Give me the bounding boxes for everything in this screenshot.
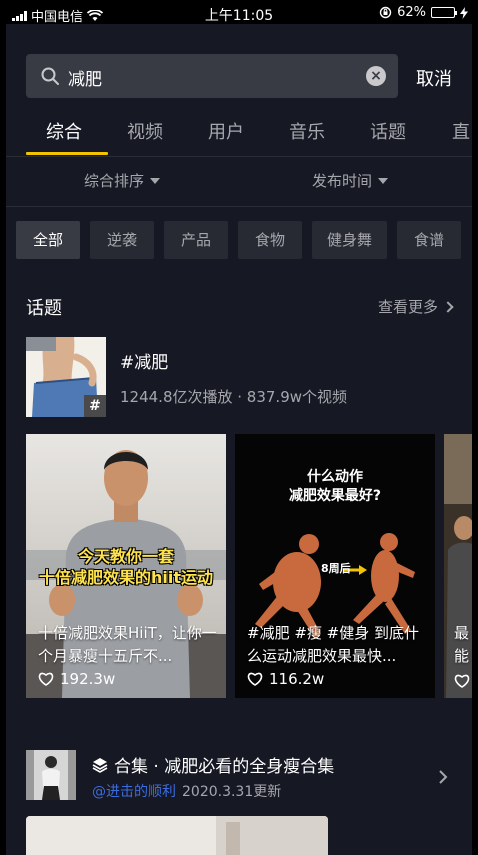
- tab-live[interactable]: 直: [452, 118, 470, 144]
- heart-icon: [247, 672, 263, 686]
- charging-icon: [460, 6, 468, 19]
- caret-down-icon: [150, 177, 161, 184]
- section-title: 话题: [26, 298, 62, 319]
- video-description: #减肥 #瘦 #健身 到底什么运动减肥效果最快...: [247, 624, 420, 665]
- tab-music[interactable]: 音乐: [289, 118, 325, 144]
- collection-image: [26, 750, 76, 800]
- tab-topics[interactable]: 话题: [370, 118, 406, 144]
- status-right: 62%: [379, 5, 468, 20]
- chip-comeback[interactable]: 逆袭: [90, 221, 154, 259]
- hashtag-icon: #: [84, 395, 106, 417]
- chip-products[interactable]: 产品: [164, 221, 228, 259]
- result-tabs: 综合 视频 用户 音乐 话题 直: [6, 114, 472, 156]
- heart-icon: [38, 672, 54, 686]
- orientation-lock-icon: [379, 6, 392, 19]
- collection-meta: @进击的顺利 2020.3.31更新: [92, 781, 281, 801]
- chip-all[interactable]: 全部: [16, 221, 80, 259]
- collection-preview-image: [26, 816, 328, 855]
- video-overlay-caption: 什么动作 减肥效果最好?: [288, 469, 382, 504]
- like-count-value: 192.3w: [60, 670, 116, 688]
- video-card[interactable]: 什么动作 减肥效果最好? 8周后 #减肥 #瘦 #健身 到底什么运动减肥效果最快…: [235, 434, 435, 698]
- see-more-label: 查看更多: [377, 298, 438, 316]
- filter-chips: 全部 逆袭 产品 食物 健身舞 食谱: [16, 221, 462, 259]
- collection-date: 2020.3.31更新: [182, 784, 282, 800]
- heart-icon: [454, 674, 470, 688]
- chip-recipes[interactable]: 食谱: [397, 221, 462, 259]
- sort-divider: [6, 206, 472, 207]
- tabs-divider: [6, 156, 472, 157]
- collection-video-preview[interactable]: [26, 816, 328, 855]
- active-tab-indicator: [26, 152, 108, 155]
- search-results-screen: 减肥 × 取消 综合 视频 用户 音乐 话题 直 综合排序 发布时间 全部 逆袭…: [6, 24, 472, 855]
- collection-title-text: 合集 · 减肥必看的全身瘦合集: [114, 757, 335, 777]
- video-overlay-caption: 今天教你一套 十倍减肥效果的hiit运动: [38, 547, 213, 587]
- chip-fitness-dance[interactable]: 健身舞: [312, 221, 388, 259]
- search-icon: [41, 67, 59, 85]
- video-card[interactable]: 今天教你一套 十倍减肥效果的hiit运动 十倍减肥效果HiiT，让你一个月暴瘦十…: [26, 434, 226, 698]
- collection-title[interactable]: 合集 · 减肥必看的全身瘦合集: [92, 752, 334, 777]
- chevron-right-icon: [442, 300, 454, 313]
- like-count: 116.2w: [247, 670, 324, 688]
- like-count: 192.3w: [38, 670, 115, 688]
- see-more-link[interactable]: 查看更多: [377, 296, 454, 317]
- topic-name[interactable]: #减肥: [120, 348, 168, 373]
- chip-food[interactable]: 食物: [238, 221, 302, 259]
- publish-time-dropdown[interactable]: 发布时间: [312, 170, 389, 191]
- like-count: [454, 674, 470, 688]
- publish-time-label: 发布时间: [312, 172, 373, 190]
- collection-author[interactable]: @进击的顺利: [92, 784, 176, 800]
- battery-percent: 62%: [397, 5, 426, 20]
- chevron-right-icon[interactable]: [438, 769, 448, 785]
- layers-icon: [92, 757, 108, 773]
- topic-thumbnail[interactable]: #: [26, 337, 106, 417]
- status-bar: 中国电信 上午11:05 62%: [0, 0, 478, 26]
- collection-thumbnail[interactable]: [26, 750, 76, 800]
- video-description: 最能: [454, 624, 470, 665]
- search-query: 减肥: [68, 70, 102, 90]
- video-overlay-label: 8周后: [321, 562, 351, 575]
- sort-dropdown[interactable]: 综合排序: [84, 170, 161, 191]
- video-card[interactable]: 最能: [444, 434, 472, 698]
- tab-videos[interactable]: 视频: [127, 118, 163, 144]
- video-description: 十倍减肥效果HiiT，让你一个月暴瘦十五斤不...: [38, 624, 217, 665]
- search-input[interactable]: 减肥 ×: [26, 54, 398, 98]
- battery-icon: [431, 7, 457, 18]
- caret-down-icon: [378, 177, 389, 184]
- like-count-value: 116.2w: [269, 670, 325, 688]
- tab-users[interactable]: 用户: [208, 118, 244, 144]
- tab-comprehensive[interactable]: 综合: [46, 118, 82, 144]
- clear-icon[interactable]: ×: [366, 66, 386, 86]
- cancel-button[interactable]: 取消: [416, 65, 452, 91]
- topic-stats: 1244.8亿次播放 · 837.9w个视频: [120, 388, 348, 406]
- sort-label: 综合排序: [84, 172, 145, 190]
